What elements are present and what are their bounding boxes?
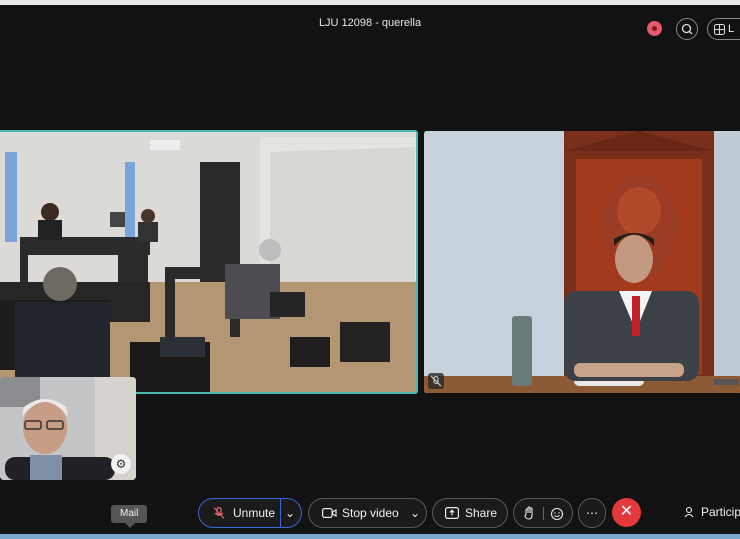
video-tile-courtroom[interactable] <box>0 130 418 394</box>
stop-video-label: Stop video <box>342 506 399 520</box>
share-screen-icon <box>445 507 459 519</box>
video-camera-icon <box>322 508 337 519</box>
close-icon: ✕ <box>619 503 634 520</box>
unmute-button[interactable]: Unmute ⌄ <box>198 498 302 528</box>
chevron-down-icon[interactable]: ⌄ <box>410 499 420 527</box>
zoom-button[interactable] <box>676 18 698 40</box>
chevron-down-icon[interactable]: ⌄ <box>285 499 295 527</box>
mic-muted-icon <box>213 506 225 519</box>
layout-label: L <box>728 23 735 35</box>
grid-layout-icon <box>714 24 725 35</box>
share-button[interactable]: Share <box>432 498 508 528</box>
participants-button[interactable]: Particip <box>684 505 740 519</box>
tile-mic-muted-indicator <box>428 373 444 389</box>
gear-icon[interactable]: ⚙ <box>111 454 131 474</box>
zoom-icon <box>681 23 693 35</box>
meeting-title: LJU 12098 - querella <box>318 17 422 29</box>
unmute-label: Unmute <box>233 506 276 520</box>
reactions-icon[interactable] <box>550 506 565 521</box>
reactions-group <box>513 498 573 528</box>
mic-muted-icon <box>430 375 442 387</box>
raise-hand-icon[interactable] <box>523 506 536 521</box>
unmute-separator <box>280 499 281 527</box>
taskbar-strip <box>0 534 740 539</box>
reactions-separator <box>543 507 544 520</box>
share-label: Share <box>465 506 498 520</box>
title-bar: LJU 12098 - querella L <box>0 5 740 43</box>
end-call-button[interactable]: ✕ <box>612 498 641 527</box>
more-button[interactable]: ⋯ <box>578 498 606 528</box>
speaker-video-image <box>424 131 740 393</box>
participants-icon <box>684 505 696 519</box>
more-icon: ⋯ <box>586 506 598 520</box>
self-view-tile[interactable]: ⚙ <box>0 377 136 480</box>
mail-tooltip: Mail <box>111 505 148 528</box>
video-tile-speaker[interactable] <box>424 131 740 393</box>
layout-button[interactable]: L <box>707 18 740 40</box>
record-icon[interactable] <box>647 21 662 36</box>
courtroom-video-image <box>0 132 416 392</box>
stop-video-button[interactable]: Stop video ⌄ <box>308 498 427 528</box>
participants-label: Particip <box>701 505 740 519</box>
